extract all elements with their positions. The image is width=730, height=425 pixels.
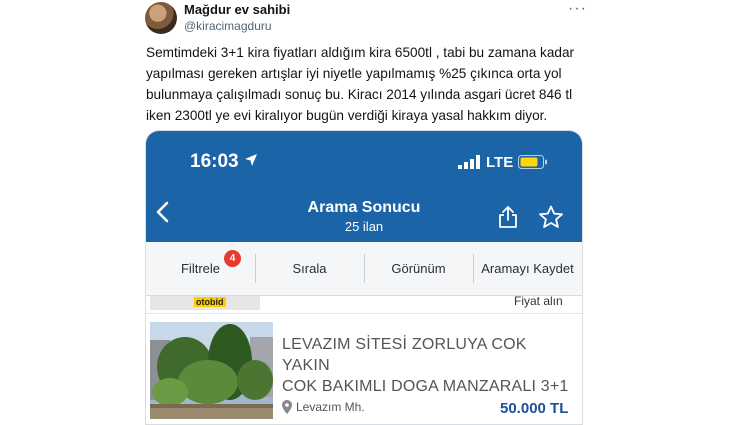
status-time: 16:03	[190, 151, 239, 172]
battery-icon	[518, 155, 547, 169]
location-text: Levazım Mh.	[296, 400, 365, 414]
network-type: LTE	[486, 154, 514, 171]
previous-listing-partial[interactable]: otobid Fiyat alın	[146, 294, 582, 312]
user-handle[interactable]: @kiracimagduru	[184, 19, 272, 33]
list-item[interactable]: LEVAZIM SİTESİ ZORLUYA COK YAKIN COK BAK…	[146, 313, 582, 424]
sort-button[interactable]: Sırala	[255, 242, 364, 295]
otobid-logo: otobid	[150, 296, 260, 310]
tweet-text-line: yapılması gereken artışlar iyi niyetle y…	[146, 66, 562, 81]
view-label: Görünüm	[391, 261, 446, 276]
tweet-text-line: bulunmaya çalışılmadı sonuç bu. Kiracı 2…	[146, 87, 573, 102]
app-header: 16:03 LTE Arama Sonucu 25 ilan	[146, 131, 582, 242]
save-search-button[interactable]: Aramayı Kaydet	[473, 242, 582, 295]
filter-label: Filtrele	[180, 261, 220, 276]
share-icon[interactable]	[498, 205, 518, 229]
tweet-text-line: Semtimdeki 3+1 kira fiyatları aldığım ki…	[146, 45, 575, 60]
attached-screenshot[interactable]: 16:03 LTE Arama Sonucu 25 ilan Filtrele …	[145, 130, 583, 425]
view-button[interactable]: Görünüm	[364, 242, 473, 295]
listing-title: LEVAZIM SİTESİ ZORLUYA COK YAKIN COK BAK…	[282, 334, 572, 397]
filter-count-badge: 4	[224, 250, 241, 267]
listing-title-line: LEVAZIM SİTESİ ZORLUYA COK YAKIN	[282, 336, 527, 374]
map-pin-icon	[282, 400, 292, 414]
filter-toolbar: Filtrele 4 Sırala Görünüm Aramayı Kaydet	[146, 242, 582, 296]
listing-title-line: COK BAKIMLI DOGA MANZARALI 3+1	[282, 378, 569, 395]
location-arrow-icon	[245, 154, 257, 166]
tweet-text: Semtimdeki 3+1 kira fiyatları aldığım ki…	[146, 42, 586, 126]
filter-button[interactable]: Filtrele 4	[146, 242, 255, 295]
sort-label: Sırala	[292, 261, 327, 276]
avatar[interactable]	[145, 2, 177, 34]
favorite-star-icon[interactable]	[538, 205, 564, 229]
logo-text: otobid	[194, 297, 226, 307]
tweet-text-line: iken 2300tl ye evi kiralıyor bugün verdi…	[146, 108, 548, 123]
listing-location: Levazım Mh.	[282, 400, 365, 414]
display-name[interactable]: Mağdur ev sahibi	[184, 2, 290, 17]
more-options-icon[interactable]: ···	[568, 0, 587, 18]
price-request-note: Fiyat alın	[514, 294, 563, 308]
save-search-label: Aramayı Kaydet	[481, 261, 574, 276]
signal-bars-icon	[458, 155, 480, 169]
listing-photo	[150, 322, 273, 419]
listing-price: 50.000 TL	[500, 400, 569, 417]
